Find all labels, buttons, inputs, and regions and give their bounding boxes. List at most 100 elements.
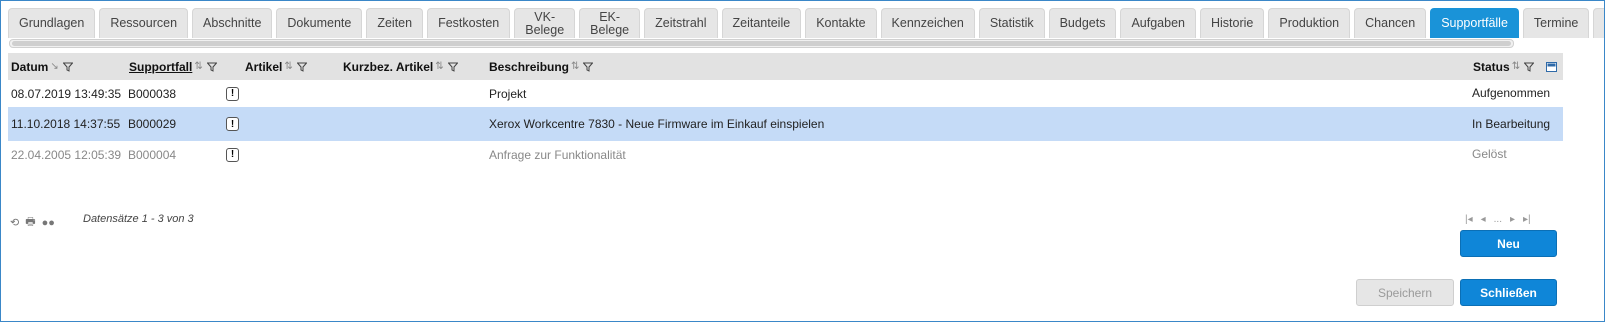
beschreibung-value: Xerox Workcentre 7830 - Neue Firmware im… [489,117,825,131]
tab-historie[interactable]: Historie [1200,8,1265,38]
column-label: Datum [11,59,49,74]
tab-scrollbar-thumb[interactable] [12,41,1511,46]
column-label: Supportfall [129,59,193,74]
cell-datum: 22.04.2005 12:05:39 [11,141,121,168]
save-button[interactable]: Speichern [1356,279,1454,306]
cell-beschreibung: Xerox Workcentre 7830 - Neue Firmware im… [489,107,824,141]
refresh-icon[interactable]: ⟲ [10,216,19,229]
sort-icon[interactable]: ⇅ [194,61,202,72]
sort-icon[interactable]: ⇅ [571,61,579,72]
column-header-datum[interactable]: Datum ↘ [11,53,73,80]
tab-supportfälle[interactable]: Supportfälle [1430,8,1519,38]
cell-status: In Bearbeitung [1472,107,1558,141]
status-value: Aufgenommen [1472,86,1551,100]
tab-bar: Grundlagen Ressourcen Abschnitte Dokumente Z… [8,8,1604,38]
alert-icon[interactable]: ! [226,147,239,162]
first-page-icon[interactable]: |◂ [1465,214,1473,225]
cell-supportfall: B000038 [128,80,176,107]
cell-datum: 08.07.2019 13:49:35 [11,80,121,107]
column-header-artikel[interactable]: Artikel ⇅ [245,53,307,80]
supportfall-value: B000029 [128,117,177,131]
alert-cell: ! [226,141,239,168]
tab-zeitanteile[interactable]: Zeitanteile [721,8,802,38]
datum-value: 22.04.2005 12:05:39 [11,147,122,162]
print-icon[interactable]: 🖶 [25,213,35,232]
tab-ek-belege[interactable]: EK- Belege [579,8,641,38]
supportfall-value: B000004 [128,147,177,162]
support-cases-grid: Datum ↘ Supportfall ⇅ Artikel ⇅ Kurzbez.… [8,53,1563,168]
alert-cell: ! [226,80,239,107]
next-page-icon[interactable]: ▸ [1510,214,1515,225]
last-page-icon[interactable]: ▸| [1523,214,1531,225]
close-button[interactable]: Schließen [1460,279,1557,306]
filter-icon[interactable] [62,62,73,72]
beschreibung-value: Projekt [489,86,527,101]
column-label: Status [1473,59,1510,74]
tab-statistik[interactable]: Statistik [978,8,1045,38]
filter-icon[interactable] [1524,62,1535,72]
tab-termine[interactable]: Termine [1522,8,1590,38]
record-count: Datensätze 1 - 3 von 3 [83,213,194,225]
cell-status: Aufgenommen [1472,80,1558,107]
prev-page-icon[interactable]: ◂ [1481,214,1486,225]
cell-supportfall: B000029 [128,107,176,141]
tab-umlagesch[interactable]: Umlagesch [1593,8,1604,38]
tab-vk-belege[interactable]: VK- Belege [514,8,576,38]
datum-value: 08.07.2019 13:49:35 [11,86,122,101]
tab-budgets[interactable]: Budgets [1048,8,1117,38]
tab-festkosten[interactable]: Festkosten [427,8,511,38]
column-chooser-icon[interactable] [1546,53,1557,80]
column-header-supportfall[interactable]: Supportfall ⇅ [129,53,217,80]
grid-tools: ⟲ 🖶 ●● [10,213,55,232]
grid-header: Datum ↘ Supportfall ⇅ Artikel ⇅ Kurzbez.… [8,53,1563,80]
column-header-beschreibung[interactable]: Beschreibung ⇅ [489,53,594,80]
dialog-frame: Grundlagen Ressourcen Abschnitte Dokumente Z… [0,0,1605,322]
column-label: Artikel [245,59,283,74]
tab-kennzeichen[interactable]: Kennzeichen [880,8,975,38]
table-row[interactable]: 08.07.2019 13:49:35 B000038! Projekt Aufgen… [8,80,1563,107]
supportfall-value: B000038 [128,86,177,101]
filter-icon[interactable] [447,62,458,72]
cell-status: Gelöst [1472,141,1558,168]
datum-value: 11.10.2018 14:37:55 [11,117,121,131]
tab-zeiten[interactable]: Zeiten [366,8,424,38]
column-label: Kurzbez. Artikel [343,59,434,74]
column-settings-icon[interactable] [1546,61,1557,72]
cell-beschreibung: Projekt [489,80,526,107]
table-row[interactable]: 22.04.2005 12:05:39 B000004! Anfrage zur F… [8,141,1563,168]
tab-ressourcen[interactable]: Ressourcen [99,8,189,38]
status-value: In Bearbeitung [1472,116,1551,131]
tab-scrollbar[interactable] [9,39,1514,48]
alert-icon[interactable]: ! [226,117,239,131]
sort-icon[interactable]: ⇅ [1512,61,1520,72]
tab-grundlagen[interactable]: Grundlagen [8,8,96,38]
tab-kontakte[interactable]: Kontakte [805,8,877,38]
table-row[interactable]: 11.10.2018 14:37:55 B000029! Xerox Workcen… [8,107,1563,141]
tab-dokumente[interactable]: Dokumente [276,8,363,38]
pager-ellipsis: ... [1493,214,1502,225]
tab-abschnitte[interactable]: Abschnitte [192,8,273,38]
export-icon[interactable]: ●● [42,217,55,229]
cell-supportfall: B000004 [128,141,176,168]
alert-icon[interactable]: ! [226,86,239,101]
beschreibung-value: Anfrage zur Funktionalität [489,147,626,162]
tab-produktion[interactable]: Produktion [1268,8,1351,38]
sort-desc-icon[interactable]: ↘ [50,61,58,72]
alert-cell: ! [226,107,239,141]
new-button[interactable]: Neu [1460,230,1557,257]
tab-chancen[interactable]: Chancen [1354,8,1427,38]
tab-zeitstrahl[interactable]: Zeitstrahl [644,8,718,38]
sort-icon[interactable]: ⇅ [435,61,443,72]
tab-aufgaben[interactable]: Aufgaben [1120,8,1196,38]
filter-icon[interactable] [206,62,217,72]
status-value: Gelöst [1472,147,1507,161]
sort-icon[interactable]: ⇅ [284,61,292,72]
cell-datum: 11.10.2018 14:37:55 [11,107,120,141]
column-header-status[interactable]: Status ⇅ [1473,53,1535,80]
column-label: Beschreibung [489,59,570,74]
pager-navigation: |◂ ◂ ... ▸ ▸| [1465,214,1531,225]
filter-icon[interactable] [296,62,307,72]
column-header-kurzbez[interactable]: Kurzbez. Artikel ⇅ [343,53,458,80]
cell-beschreibung: Anfrage zur Funktionalität [489,141,626,168]
filter-icon[interactable] [583,62,594,72]
